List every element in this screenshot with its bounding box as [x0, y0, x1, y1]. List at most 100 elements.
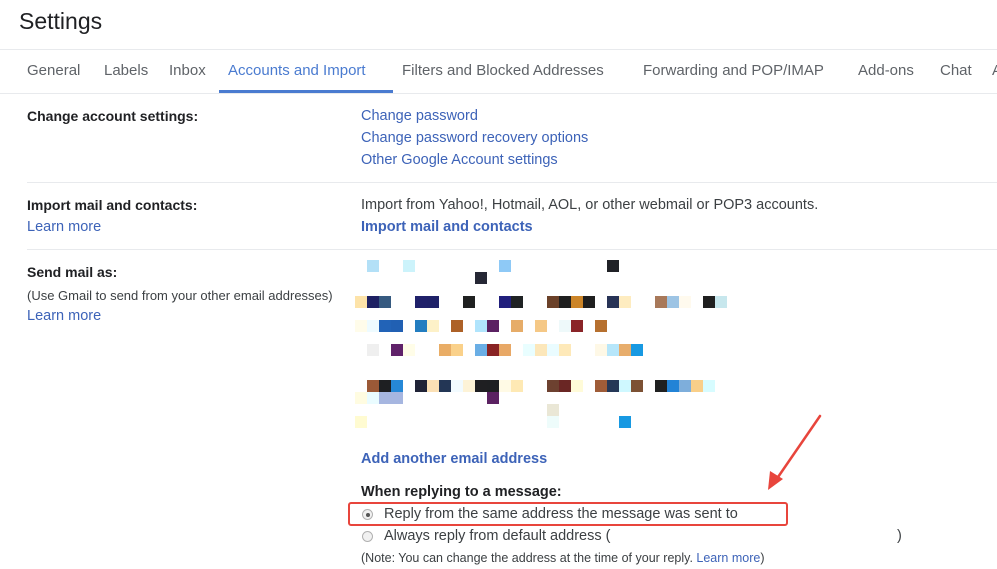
page-title: Settings	[19, 8, 103, 34]
tab-inbox[interactable]: Inbox	[169, 62, 206, 79]
mosaic-block	[391, 320, 403, 332]
import-learn-more-link[interactable]: Learn more	[27, 219, 101, 235]
mosaic-block	[583, 296, 595, 308]
mosaic-block	[355, 392, 367, 404]
mosaic-block	[499, 296, 511, 308]
mosaic-block	[607, 260, 619, 272]
mosaic-block	[667, 296, 679, 308]
tab-filters-and-blocked-addresses[interactable]: Filters and Blocked Addresses	[402, 62, 604, 79]
mosaic-block	[631, 380, 643, 392]
mosaic-block	[403, 344, 415, 356]
mosaic-block	[367, 344, 379, 356]
mosaic-block	[439, 344, 451, 356]
mosaic-block	[499, 380, 511, 392]
import-description: Import from Yahoo!, Hotmail, AOL, or oth…	[361, 197, 819, 213]
send-mail-as-sublabel: (Use Gmail to send from your other email…	[27, 288, 333, 303]
change-password-link[interactable]: Change password	[361, 108, 478, 124]
change-account-settings-label: Change account settings:	[27, 108, 199, 124]
tab-labels[interactable]: Labels	[104, 62, 148, 79]
mosaic-block	[487, 320, 499, 332]
mosaic-block	[511, 380, 523, 392]
reply-option-close-paren: )	[897, 528, 902, 544]
mosaic-block	[427, 380, 439, 392]
import-mail-and-contacts-link[interactable]: Import mail and contacts	[361, 219, 533, 235]
tab-general[interactable]: General	[27, 62, 80, 79]
mosaic-block	[367, 380, 379, 392]
mosaic-block	[559, 380, 571, 392]
mosaic-block	[379, 320, 391, 332]
reply-heading: When replying to a message:	[361, 484, 562, 500]
mosaic-block	[547, 344, 559, 356]
mosaic-block	[547, 404, 559, 416]
mosaic-block	[511, 296, 523, 308]
mosaic-block	[703, 380, 715, 392]
mosaic-block	[391, 392, 403, 404]
reply-note-learn-more-link[interactable]: Learn more	[696, 551, 760, 565]
google-account-settings-link[interactable]: Other Google Account settings	[361, 152, 558, 168]
mosaic-block	[451, 320, 463, 332]
annotation-highlight-box	[348, 502, 788, 526]
mosaic-block	[499, 344, 511, 356]
mosaic-block	[391, 380, 403, 392]
mosaic-block	[415, 296, 427, 308]
tabs-divider	[0, 93, 997, 94]
mosaic-block	[559, 296, 571, 308]
section-divider	[27, 182, 997, 183]
mosaic-block	[475, 272, 487, 284]
mosaic-block	[451, 344, 463, 356]
mosaic-block	[463, 296, 475, 308]
mosaic-block	[511, 320, 523, 332]
change-password-recovery-link[interactable]: Change password recovery options	[361, 130, 588, 146]
mosaic-block	[667, 380, 679, 392]
mosaic-block	[547, 380, 559, 392]
mosaic-block	[355, 320, 367, 332]
mosaic-block	[607, 380, 619, 392]
mosaic-block	[595, 320, 607, 332]
mosaic-block	[523, 344, 535, 356]
mosaic-block	[367, 296, 379, 308]
mosaic-block	[619, 344, 631, 356]
mosaic-block	[367, 392, 379, 404]
tab-forwarding-and-pop-imap[interactable]: Forwarding and POP/IMAP	[643, 62, 824, 79]
mosaic-block	[571, 380, 583, 392]
tab-chat[interactable]: Chat	[940, 62, 972, 79]
mosaic-block	[379, 380, 391, 392]
tab-accounts-and-import[interactable]: Accounts and Import	[228, 62, 366, 79]
mosaic-block	[475, 320, 487, 332]
mosaic-block	[451, 380, 463, 392]
mosaic-block	[379, 296, 391, 308]
mosaic-block	[355, 296, 367, 308]
mosaic-block	[547, 296, 559, 308]
mosaic-block	[535, 344, 547, 356]
mosaic-block	[607, 344, 619, 356]
mosaic-block	[367, 320, 379, 332]
mosaic-block	[715, 296, 727, 308]
tab-overflow[interactable]: A	[992, 62, 997, 79]
mosaic-block	[703, 296, 715, 308]
mosaic-block	[487, 380, 499, 392]
mosaic-block	[379, 392, 391, 404]
mosaic-block	[679, 380, 691, 392]
radio-unchecked-icon[interactable]	[362, 531, 373, 542]
mosaic-block	[427, 296, 439, 308]
reply-note-text: (Note: You can change the address at the…	[361, 551, 697, 565]
reply-note-close: )	[760, 551, 765, 565]
send-mail-learn-more-link[interactable]: Learn more	[27, 308, 101, 324]
mosaic-block	[619, 296, 631, 308]
reply-option-label: Always reply from default address (	[384, 528, 611, 544]
mosaic-block	[631, 344, 643, 356]
tab-add-ons[interactable]: Add-ons	[858, 62, 914, 79]
mosaic-block	[475, 380, 487, 392]
mosaic-block	[619, 380, 631, 392]
mosaic-block	[439, 380, 451, 392]
mosaic-block	[487, 344, 499, 356]
add-another-email-link[interactable]: Add another email address	[361, 451, 547, 467]
mosaic-block	[559, 320, 571, 332]
mosaic-block	[619, 416, 631, 428]
mosaic-block	[391, 344, 403, 356]
import-mail-label: Import mail and contacts:	[27, 197, 198, 213]
reply-note: (Note: You can change the address at the…	[361, 551, 765, 565]
mosaic-block	[655, 296, 667, 308]
mosaic-block	[403, 260, 415, 272]
mosaic-block	[367, 260, 379, 272]
